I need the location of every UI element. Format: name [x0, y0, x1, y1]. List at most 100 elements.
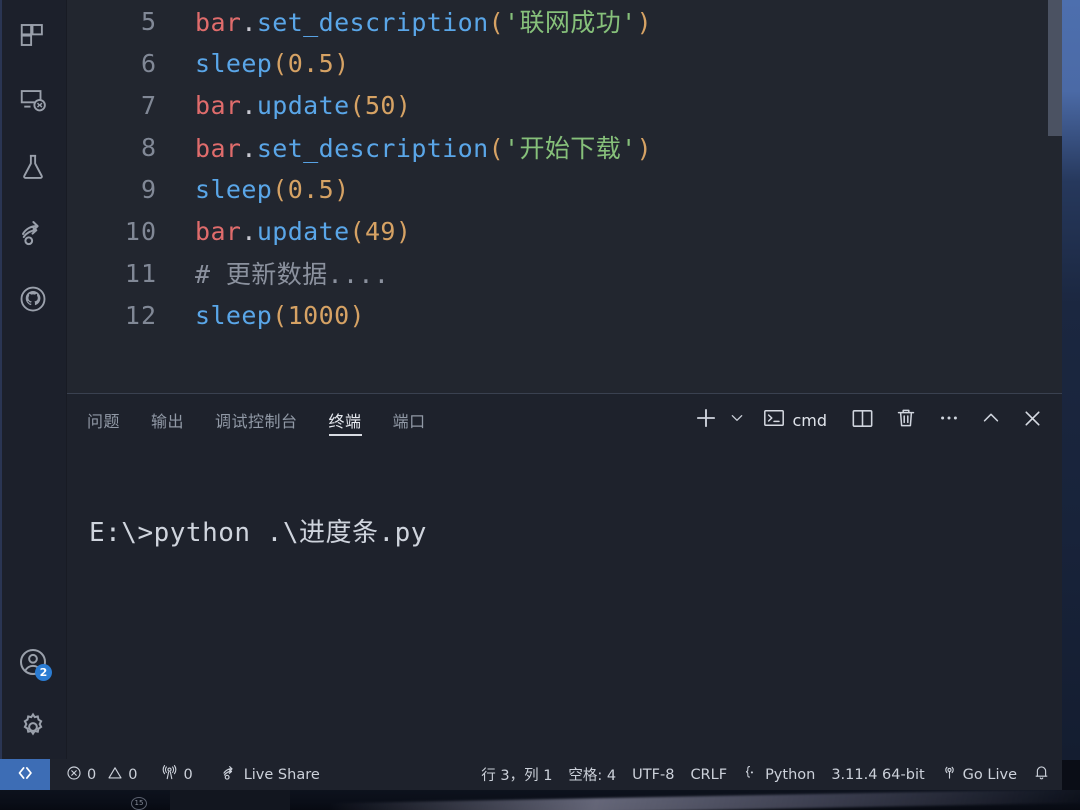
eol-label: CRLF: [690, 766, 728, 783]
kill-terminal-button[interactable]: [882, 394, 925, 446]
panel-tab-3[interactable]: 终端: [328, 394, 362, 446]
code-token-num: 49: [364, 216, 396, 246]
code-line[interactable]: 12 sleep(1000): [67, 294, 1062, 336]
panel-tab-1[interactable]: 输出: [151, 394, 184, 446]
code-token-paren: ): [395, 216, 412, 246]
line-number: 8: [140, 132, 157, 162]
panel-action-bar: cmd: [686, 394, 1048, 446]
code-token-punct: .: [241, 90, 257, 120]
live-share-icon: [18, 218, 48, 248]
python-brace-icon: [743, 764, 760, 785]
sidebar-item-remote-explorer[interactable]: [8, 76, 58, 126]
status-notifications[interactable]: [1025, 759, 1058, 790]
github-icon: [18, 284, 48, 314]
code-token-punct: .: [241, 216, 257, 246]
status-indentation[interactable]: 空格: 4: [560, 759, 624, 790]
code-token-paren: (: [349, 216, 365, 246]
code-line[interactable]: 6 sleep(0.5): [67, 42, 1062, 84]
testing-flask-icon: [18, 152, 48, 182]
plus-icon: [693, 405, 719, 435]
bezel-block: [170, 790, 290, 810]
settings-gear-icon: [17, 711, 49, 743]
code-token-punct: .: [241, 134, 257, 163]
code-line[interactable]: 11 # 更新数据....: [67, 252, 1062, 294]
code-line-text: bar.update(49): [157, 217, 411, 246]
chevron-down-icon: [729, 410, 745, 430]
accounts-badge: 2: [35, 664, 52, 681]
code-lines-container: 5 bar.set_description('联网成功') 6 sleep(0.5) 7…: [67, 0, 1062, 336]
sidebar-item-extensions[interactable]: [8, 10, 58, 60]
activity-bar-accent-edge: [0, 0, 2, 759]
code-token-num: 1000: [287, 300, 350, 330]
code-token-fn: sleep: [195, 300, 273, 330]
code-line-text: sleep(1000): [157, 301, 365, 330]
line-number: 12: [124, 300, 157, 330]
terminal-output[interactable]: E:\>python .\进度条.py: [67, 446, 1062, 760]
new-terminal-dropdown-button[interactable]: [726, 394, 748, 446]
maximize-panel-button[interactable]: [968, 394, 1009, 446]
code-token-fn: sleep: [195, 48, 273, 78]
code-line[interactable]: 9 sleep(0.5): [67, 168, 1062, 210]
panel-tab-4[interactable]: 端口: [393, 394, 426, 446]
close-panel-button[interactable]: [1009, 394, 1048, 446]
error-count: 0: [87, 766, 97, 783]
status-live-share[interactable]: Live Share: [213, 759, 328, 790]
screen-glare: [329, 790, 1080, 810]
panel-tab-0[interactable]: 问题: [87, 394, 120, 446]
code-token-paren: ): [334, 174, 350, 204]
code-editor[interactable]: 5 bar.set_description('联网成功') 6 sleep(0.5) 7…: [67, 0, 1062, 393]
remote-window-icon: [14, 762, 36, 788]
status-language-mode[interactable]: Python: [735, 759, 823, 790]
code-line[interactable]: 8 bar.set_description('开始下载'): [67, 126, 1062, 168]
status-cursor-position[interactable]: 行 3，列 1: [473, 759, 560, 790]
code-line[interactable]: 10 bar.update(49): [67, 210, 1062, 252]
active-terminal-tab-cmd[interactable]: cmd: [748, 394, 834, 446]
live-share-icon: [221, 764, 239, 786]
code-token-paren: (: [488, 134, 505, 163]
code-token-var: bar: [195, 8, 242, 37]
error-circle-icon: [66, 765, 82, 785]
live-share-label: Live Share: [243, 766, 320, 783]
code-token-paren: ): [349, 300, 365, 330]
sidebar-item-live-share[interactable]: [8, 208, 58, 258]
broadcast-icon: [941, 764, 958, 785]
line-number: 9: [140, 174, 157, 204]
status-encoding[interactable]: UTF-8: [624, 759, 682, 790]
sidebar-item-accounts[interactable]: 2: [8, 637, 58, 687]
sidebar-item-settings[interactable]: [8, 702, 58, 752]
code-line-text: sleep(0.5): [157, 175, 350, 204]
radio-tower-icon: [161, 764, 178, 785]
editor-vertical-scrollbar[interactable]: [1048, 0, 1062, 393]
sidebar-item-github[interactable]: [8, 274, 58, 324]
remote-window-indicator[interactable]: [0, 759, 50, 790]
code-line[interactable]: 7 bar.update(50): [67, 84, 1062, 126]
line-number: 6: [140, 48, 157, 78]
status-bar: 0 0 0 Live Share 行 3，列 1 空格: 4 UTF-8 CRL…: [0, 759, 1062, 790]
encoding-label: UTF-8: [632, 766, 675, 783]
code-token-var: bar: [195, 216, 242, 246]
split-terminal-button[interactable]: [834, 394, 882, 446]
activity-bar: 2: [0, 0, 67, 759]
vscode-window: 2 5 bar.set_description('联网成功') 6 sleep(0.5…: [0, 0, 1062, 790]
status-python-interpreter[interactable]: 3.11.4 64-bit: [823, 759, 932, 790]
status-ports[interactable]: 0: [153, 759, 200, 790]
code-line[interactable]: 5 bar.set_description('联网成功'): [67, 0, 1062, 42]
terminal-prompt-line: E:\>python .\进度条.py: [89, 518, 427, 548]
bezel-marking: 15: [131, 797, 147, 810]
panel-more-actions-button[interactable]: [925, 394, 968, 446]
sidebar-item-testing[interactable]: [8, 142, 58, 192]
scrollbar-thumb[interactable]: [1048, 0, 1062, 136]
code-token-paren: (: [272, 174, 288, 204]
panel-tab-2[interactable]: 调试控制台: [215, 394, 298, 446]
code-token-fn: update: [256, 90, 350, 120]
monitor-bezel-bottom: 15: [0, 790, 1080, 810]
trash-icon: [894, 406, 918, 434]
code-token-paren: ): [395, 90, 412, 120]
status-go-live[interactable]: Go Live: [933, 759, 1025, 790]
new-terminal-button[interactable]: [686, 394, 726, 446]
warning-count: 0: [128, 766, 138, 783]
split-editor-icon: [850, 406, 875, 435]
status-eol[interactable]: CRLF: [682, 759, 735, 790]
code-token-paren: (: [349, 90, 365, 120]
status-problems[interactable]: 0 0: [58, 759, 145, 790]
